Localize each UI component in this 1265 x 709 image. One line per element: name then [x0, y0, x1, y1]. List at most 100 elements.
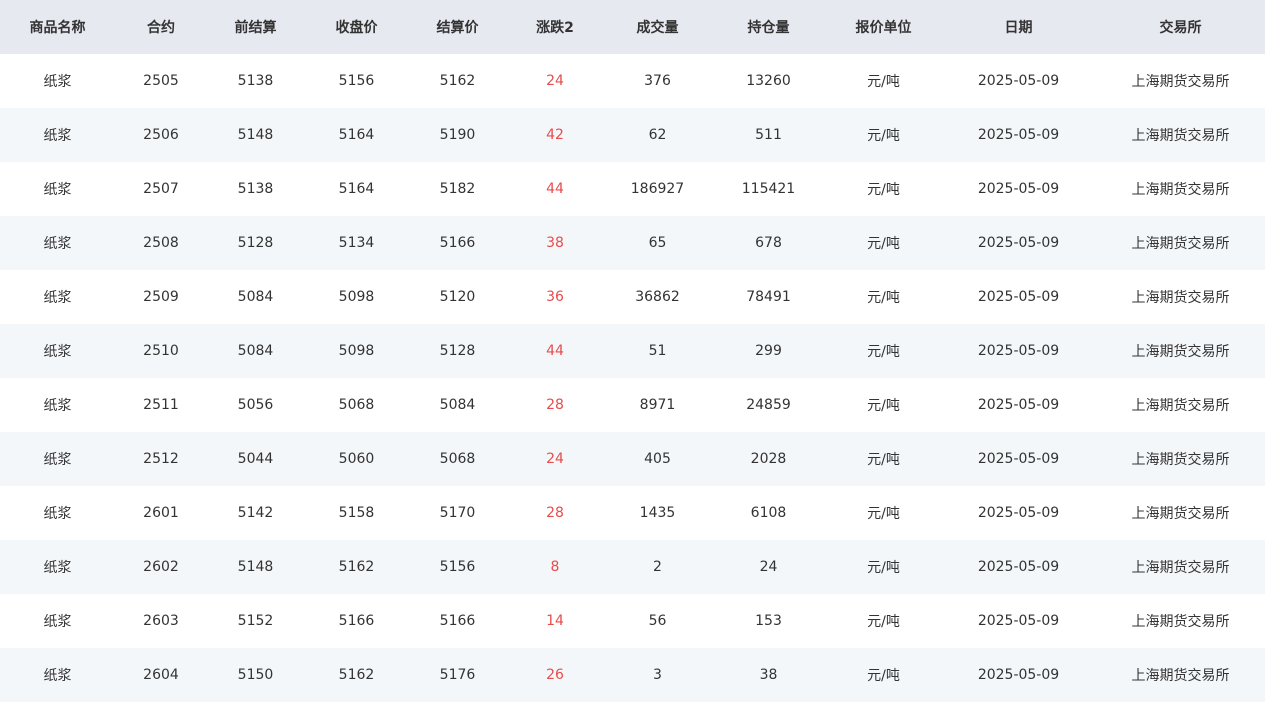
- cell-volume: 51: [648, 343, 667, 359]
- cell-date: 2025-05-09: [977, 451, 1060, 467]
- cell-close-price: 5098: [338, 289, 375, 305]
- cell-settle-price: 5120: [439, 289, 476, 305]
- cell-open-interest: 13260: [746, 73, 791, 89]
- table-row: 纸浆 2511 5056 5068 5084 28 8971 24859 元/吨 2025-05-…: [0, 378, 1265, 432]
- cell-exchange: 上海期货交易所: [1131, 506, 1230, 522]
- cell-date: 2025-05-09: [977, 181, 1060, 197]
- cell-close-price: 5060: [338, 451, 375, 467]
- cell-quote-unit: 元/吨: [867, 668, 900, 684]
- cell-close-price: 5166: [338, 613, 375, 629]
- cell-contract: 2601: [143, 505, 179, 521]
- cell-prev-settle: 5138: [237, 73, 274, 89]
- cell-volume: 1435: [639, 505, 676, 521]
- cell-change: 28: [546, 397, 564, 413]
- cell-settle-price: 5166: [439, 235, 476, 251]
- cell-quote-unit: 元/吨: [867, 560, 900, 576]
- header-exchange: 交易所: [1159, 20, 1202, 36]
- cell-date: 2025-05-09: [977, 559, 1060, 575]
- table-row: 纸浆 2601 5142 5158 5170 28 1435 6108 元/吨 2025-05-0…: [0, 486, 1265, 540]
- table-row: 纸浆 2602 5148 5162 5156 8 2 24 元/吨 2025-05-09 上海期货交…: [0, 540, 1265, 594]
- cell-contract: 2506: [143, 127, 179, 143]
- table-row: 纸浆 2506 5148 5164 5190 42 62 511 元/吨 2025-05-09 上海…: [0, 108, 1265, 162]
- cell-close-price: 5068: [338, 397, 375, 413]
- cell-quote-unit: 元/吨: [867, 344, 900, 360]
- cell-close-price: 5098: [338, 343, 375, 359]
- cell-change: 28: [546, 505, 564, 521]
- cell-quote-unit: 元/吨: [867, 506, 900, 522]
- cell-open-interest: 24859: [746, 397, 791, 413]
- cell-open-interest: 6108: [750, 505, 787, 521]
- cell-product-name: 纸浆: [43, 398, 72, 414]
- cell-product-name: 纸浆: [43, 128, 72, 144]
- cell-close-price: 5164: [338, 181, 375, 197]
- cell-open-interest: 2028: [750, 451, 787, 467]
- cell-volume: 65: [648, 235, 667, 251]
- cell-volume: 405: [644, 451, 671, 467]
- cell-exchange: 上海期货交易所: [1131, 236, 1230, 252]
- cell-exchange: 上海期货交易所: [1131, 398, 1230, 414]
- cell-change: 38: [546, 235, 564, 251]
- cell-prev-settle: 5044: [237, 451, 274, 467]
- cell-change: 44: [546, 181, 564, 197]
- cell-change: 36: [546, 289, 564, 305]
- table-row: 纸浆 2512 5044 5060 5068 24 405 2028 元/吨 2025-05-09…: [0, 432, 1265, 486]
- header-prev-settle: 前结算: [234, 20, 277, 36]
- cell-volume: 3: [653, 667, 662, 683]
- cell-date: 2025-05-09: [977, 505, 1060, 521]
- cell-volume: 2: [653, 559, 662, 575]
- cell-exchange: 上海期货交易所: [1131, 452, 1230, 468]
- header-date: 日期: [1004, 20, 1033, 36]
- cell-prev-settle: 5150: [237, 667, 274, 683]
- cell-quote-unit: 元/吨: [867, 398, 900, 414]
- header-settle-price: 结算价: [436, 20, 479, 36]
- cell-product-name: 纸浆: [43, 668, 72, 684]
- cell-change: 24: [546, 451, 564, 467]
- cell-open-interest: 24: [759, 559, 778, 575]
- table-body: 纸浆 2505 5138 51 56 5162 24 376 13260 元/吨 2025-05-0…: [0, 54, 1265, 702]
- cell-product-name: 纸浆: [43, 344, 72, 360]
- cell-date: 2025-05-09: [977, 235, 1060, 251]
- cell-volume: 376: [644, 73, 671, 89]
- cell-volume: 56: [648, 613, 667, 629]
- cell-prev-settle: 5148: [237, 559, 274, 575]
- cell-prev-settle: 5142: [237, 505, 274, 521]
- cell-change: 42: [546, 127, 564, 143]
- table-row: 纸浆 2508 5128 5134 5166 38 65 678 元/吨 2025-05-09 上海…: [0, 216, 1265, 270]
- cell-close-price: 5134: [338, 235, 375, 251]
- cell-quote-unit: 元/吨: [867, 182, 900, 198]
- cell-settle-price: 5068: [439, 451, 476, 467]
- cell-change: 8: [550, 559, 560, 575]
- cell-open-interest: 511: [755, 127, 782, 143]
- cell-contract: 2509: [143, 289, 179, 305]
- cell-prev-settle: 5152: [237, 613, 274, 629]
- cell-exchange: 上海期货交易所: [1131, 560, 1230, 576]
- cell-quote-unit: 元/吨: [867, 236, 900, 252]
- cell-settle-price: 5190: [439, 127, 476, 143]
- cell-contract: 2602: [143, 559, 179, 575]
- cell-exchange: 上海期货交易所: [1131, 614, 1230, 630]
- cell-date: 2025-05-09: [977, 343, 1060, 359]
- cell-product-name: 纸浆: [43, 182, 72, 198]
- cell-volume: 8971: [639, 397, 676, 413]
- cell-volume: 36862: [635, 289, 680, 305]
- cell-open-interest: 678: [755, 235, 782, 251]
- cell-volume: 186927: [630, 181, 685, 197]
- cell-close-price: 5162: [338, 667, 375, 683]
- cell-exchange: 上海期货交易所: [1131, 290, 1230, 306]
- cell-exchange: 上海期货交易所: [1131, 74, 1230, 90]
- cell-settle-price: 5166: [439, 613, 476, 629]
- cell-open-interest: 299: [755, 343, 782, 359]
- cell-prev-settle: 5084: [237, 343, 274, 359]
- cell-quote-unit: 元/吨: [867, 290, 900, 306]
- cell-settle-price: 5176: [439, 667, 476, 683]
- header-quote-unit: 报价单位: [855, 20, 912, 36]
- cell-product-name: 纸浆: [43, 236, 72, 252]
- table-row: 纸浆 2510 5084 5098 5128 44 51 299 元/吨 2025-05-09 上海…: [0, 324, 1265, 378]
- cell-contract: 2512: [143, 451, 179, 467]
- cell-contract: 2505: [143, 73, 179, 89]
- cell-date: 2025-05-09: [977, 289, 1060, 305]
- header-contract: 合约: [147, 20, 175, 36]
- cell-exchange: 上海期货交易所: [1131, 128, 1230, 144]
- table-row: 纸浆 2509 5084 5098 5120 36 36862 78491 元/吨 2025-05…: [0, 270, 1265, 324]
- futures-quote-table: 商品名称 合约 前结算 收盘价 结算价 涨跌2 成交量 持仓量 报价单位 日期 交易所 纸浆 2505…: [0, 0, 1265, 702]
